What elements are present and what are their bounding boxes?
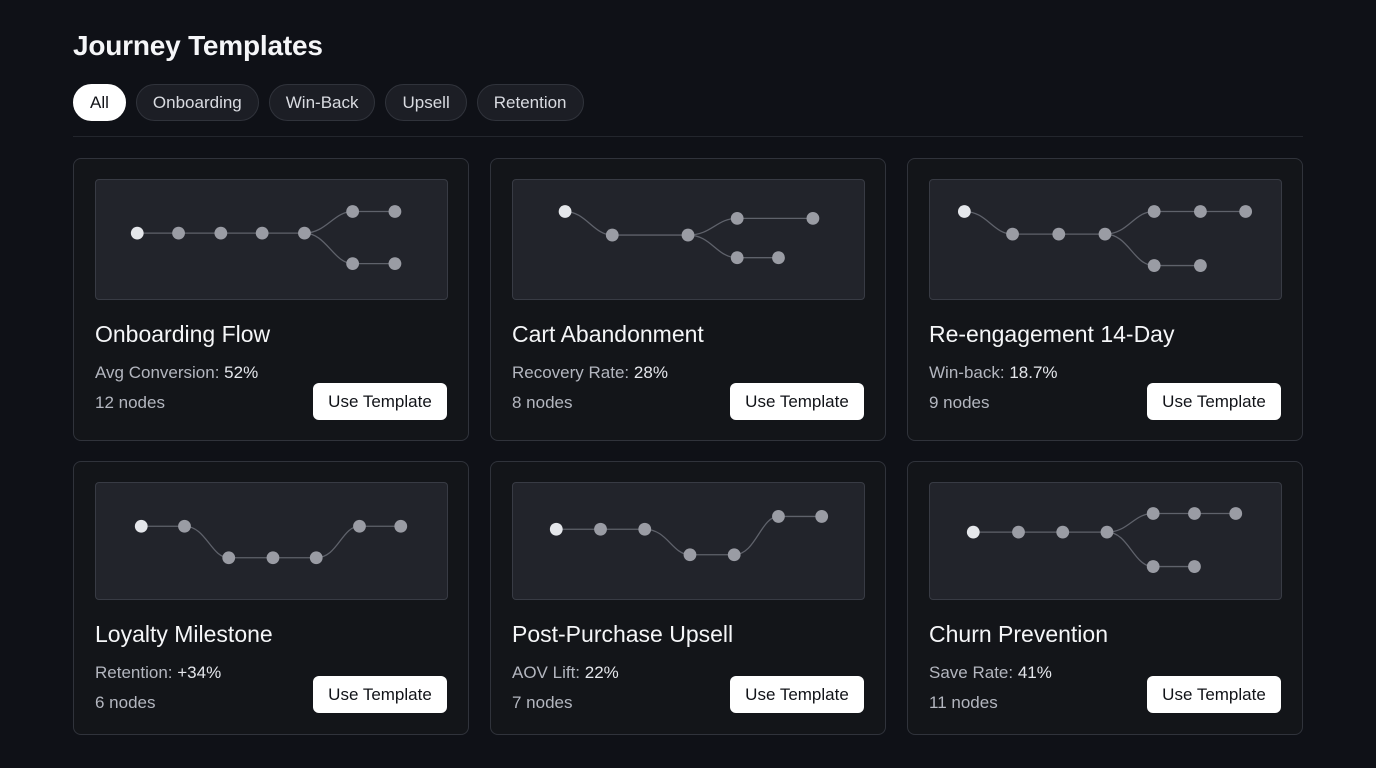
- metric-label: Save Rate:: [929, 663, 1014, 682]
- node-count: 7 nodes: [512, 693, 573, 712]
- template-card-loyalty-milestone: Loyalty Milestone Retention: +34% 6 node…: [73, 461, 469, 735]
- template-title: Cart Abandonment: [512, 321, 704, 347]
- template-card-onboarding-flow: Onboarding Flow Avg Conversion: 52% 12 n…: [73, 158, 469, 441]
- node-count: 9 nodes: [929, 393, 990, 412]
- journey-flow-preview: [512, 179, 865, 300]
- metric-value: 41%: [1017, 663, 1052, 682]
- filter-chip-upsell[interactable]: Upsell: [385, 84, 467, 121]
- use-template-button[interactable]: Use Template: [313, 383, 447, 420]
- use-template-button[interactable]: Use Template: [1147, 383, 1281, 420]
- metric-label: Win-back:: [929, 363, 1005, 382]
- template-card-re-engagement: Re-engagement 14-Day Win-back: 18.7% 9 n…: [907, 158, 1303, 441]
- template-metric: AOV Lift: 22%: [512, 663, 619, 683]
- node-count: 6 nodes: [95, 693, 156, 712]
- filter-chip-onboarding[interactable]: Onboarding: [135, 84, 259, 121]
- metric-label: Avg Conversion:: [95, 363, 220, 382]
- node-count: 11 nodes: [929, 693, 998, 712]
- template-title: Churn Prevention: [929, 621, 1108, 647]
- template-title: Post-Purchase Upsell: [512, 621, 734, 647]
- template-metric: Retention: +34%: [95, 663, 221, 683]
- template-metric: Recovery Rate: 28%: [512, 363, 668, 383]
- use-template-button[interactable]: Use Template: [313, 676, 447, 713]
- use-template-button[interactable]: Use Template: [730, 383, 864, 420]
- template-metric: Win-back: 18.7%: [929, 363, 1058, 383]
- template-card-churn-prevention: Churn Prevention Save Rate: 41% 11 nodes…: [907, 461, 1303, 735]
- journey-flow-preview: [512, 482, 865, 600]
- node-count: 12 nodes: [95, 393, 165, 412]
- template-card-post-purchase-upsell: Post-Purchase Upsell AOV Lift: 22% 7 nod…: [490, 461, 886, 735]
- page-title: Journey Templates: [73, 30, 323, 61]
- journey-flow-preview: [95, 179, 448, 300]
- metric-value: 28%: [633, 363, 668, 382]
- journey-flow-preview: [929, 482, 1282, 600]
- metric-label: Recovery Rate:: [512, 363, 630, 382]
- template-metric: Save Rate: 41%: [929, 663, 1052, 683]
- template-title: Loyalty Milestone: [95, 621, 273, 647]
- node-count: 8 nodes: [512, 393, 573, 412]
- filter-chip-all[interactable]: All: [73, 84, 126, 121]
- template-card-cart-abandonment: Cart Abandonment Recovery Rate: 28% 8 no…: [490, 158, 886, 441]
- use-template-button[interactable]: Use Template: [1147, 676, 1281, 713]
- metric-label: Retention:: [95, 663, 173, 682]
- filter-divider: [73, 136, 1303, 137]
- filter-chips: All Onboarding Win-Back Upsell Retention: [73, 84, 584, 121]
- flow-diagram-icon: [130, 205, 402, 270]
- journey-flow-preview: [95, 482, 448, 600]
- flow-diagram-icon: [966, 507, 1243, 573]
- template-title: Onboarding Flow: [95, 321, 271, 347]
- filter-chip-win-back[interactable]: Win-Back: [268, 84, 376, 121]
- metric-value: 18.7%: [1009, 363, 1058, 382]
- flow-diagram-icon: [549, 510, 829, 562]
- metric-value: 52%: [224, 363, 259, 382]
- metric-value: 22%: [584, 663, 619, 682]
- template-metric: Avg Conversion: 52%: [95, 363, 258, 383]
- journey-flow-preview: [929, 179, 1282, 300]
- flow-diagram-icon: [134, 519, 408, 565]
- metric-value: +34%: [177, 663, 222, 682]
- template-title: Re-engagement 14-Day: [929, 321, 1175, 347]
- metric-label: AOV Lift:: [512, 663, 581, 682]
- flow-diagram-icon: [558, 205, 820, 265]
- filter-chip-retention[interactable]: Retention: [476, 84, 584, 121]
- use-template-button[interactable]: Use Template: [730, 676, 864, 713]
- journey-templates-page: Journey Templates All Onboarding Win-Bac…: [0, 0, 1376, 768]
- flow-diagram-icon: [957, 205, 1253, 272]
